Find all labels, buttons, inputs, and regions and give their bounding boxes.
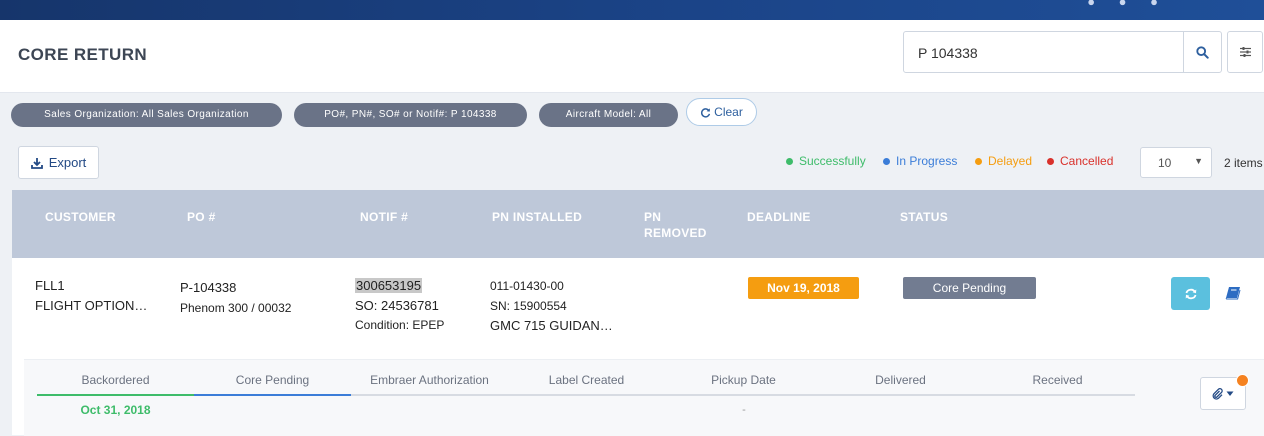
legend-label: Cancelled — [1060, 154, 1114, 168]
clear-filters-button[interactable]: Clear — [686, 98, 757, 126]
page-header: CORE RETURN — [0, 20, 1264, 93]
caret-down-icon — [1226, 391, 1234, 396]
status-dot-icon — [883, 157, 890, 165]
aircraft-serial: Phenom 300 / 00032 — [180, 301, 292, 315]
download-icon — [30, 157, 43, 169]
legend-label: Successfully — [799, 154, 866, 168]
status-dot-icon — [786, 157, 793, 165]
sales-order: SO: 24536781 — [355, 298, 439, 313]
customer-code: FLL1 — [35, 278, 65, 293]
condition: Condition: EPEP — [355, 318, 445, 332]
deadline-badge: Nov 19, 2018 — [748, 277, 859, 299]
progress-completed-segment — [37, 394, 194, 396]
column-header-customer[interactable]: CUSTOMER — [45, 209, 116, 225]
step-embraer-authorization: Embraer Authorization — [370, 373, 489, 387]
table-header: CUSTOMER PO # NOTIF # PN INSTALLED PN RE… — [12, 190, 1264, 258]
step-received: Received — [1032, 373, 1083, 387]
po-number: P-104338 — [180, 280, 237, 295]
backordered-date: Oct 31, 2018 — [80, 403, 151, 417]
user-menu-icons[interactable]: ● ● ● — [1087, 0, 1168, 9]
customer-name: FLIGHT OPTION… — [35, 298, 148, 313]
refresh-icon — [701, 107, 711, 118]
search-box — [903, 31, 1222, 74]
column-header-po[interactable]: PO # — [187, 209, 216, 225]
status-dot-icon — [1047, 157, 1054, 165]
serial-number: SN: 15900554 — [490, 299, 567, 313]
legend-in-progress: In Progress — [883, 154, 957, 168]
search-input[interactable] — [916, 32, 1180, 74]
page-title: CORE RETURN — [18, 45, 148, 64]
filter-chip-aircraft-model[interactable]: Aircraft Model: All — [539, 103, 678, 127]
legend-label: Delayed — [988, 154, 1033, 168]
status-dot-icon — [975, 157, 982, 165]
export-label: Export — [48, 155, 87, 170]
search-icon — [1196, 45, 1209, 59]
clear-filters-label: Clear — [714, 105, 743, 119]
progress-current-segment — [194, 394, 351, 396]
progress-tracker: Backordered Core Pending Embraer Authori… — [24, 359, 1264, 436]
step-delivered: Delivered — [875, 373, 926, 387]
export-button[interactable]: Export — [18, 146, 99, 179]
legend-label: In Progress — [896, 154, 958, 168]
sliders-icon — [1239, 47, 1251, 57]
column-header-status[interactable]: STATUS — [900, 209, 948, 225]
step-label-created: Label Created — [548, 373, 625, 387]
legend-successfully: Successfully — [786, 154, 866, 168]
status-badge: Core Pending — [903, 277, 1036, 299]
column-header-deadline[interactable]: DEADLINE — [747, 209, 811, 225]
top-navigation-bar: ● ● ● — [0, 0, 1264, 20]
page-size-select[interactable]: 10 ▼ — [1140, 147, 1212, 178]
book-button[interactable] — [1225, 286, 1243, 302]
filter-chip-sales-organization[interactable]: Sales Organization: All Sales Organizati… — [11, 103, 282, 127]
update-status-button[interactable] — [1171, 277, 1210, 310]
search-button[interactable] — [1183, 32, 1221, 72]
legend-cancelled: Cancelled — [1047, 154, 1113, 168]
notif-number: 300653195 — [355, 278, 423, 293]
paperclip-icon — [1212, 387, 1223, 400]
step-pickup-date: Pickup Date — [711, 373, 776, 387]
page-size-value: 10 — [1158, 156, 1172, 170]
sync-icon — [1185, 288, 1196, 299]
filter-chip-search-term[interactable]: PO#, PN#, SO# or Notif#: P 104338 — [294, 103, 527, 127]
advanced-filter-button[interactable] — [1227, 31, 1263, 73]
pn-installed: 011-01430-00 — [490, 279, 564, 293]
book-icon — [1225, 287, 1241, 300]
column-header-notif[interactable]: NOTIF # — [360, 209, 408, 225]
column-header-pn-installed[interactable]: PN INSTALLED — [492, 209, 582, 225]
items-count: 2 items — [1224, 156, 1263, 170]
legend-delayed: Delayed — [975, 154, 1032, 168]
notification-dot — [1236, 374, 1249, 387]
column-header-pn-removed[interactable]: PN REMOVED — [644, 209, 714, 241]
step-backordered: Backordered — [81, 373, 150, 387]
dropdown-caret-icon: ▼ — [1194, 156, 1203, 166]
pn-description: GMC 715 GUIDAN… — [490, 318, 613, 333]
pickup-date-value: - — [742, 404, 746, 416]
step-core-pending: Core Pending — [235, 373, 310, 387]
